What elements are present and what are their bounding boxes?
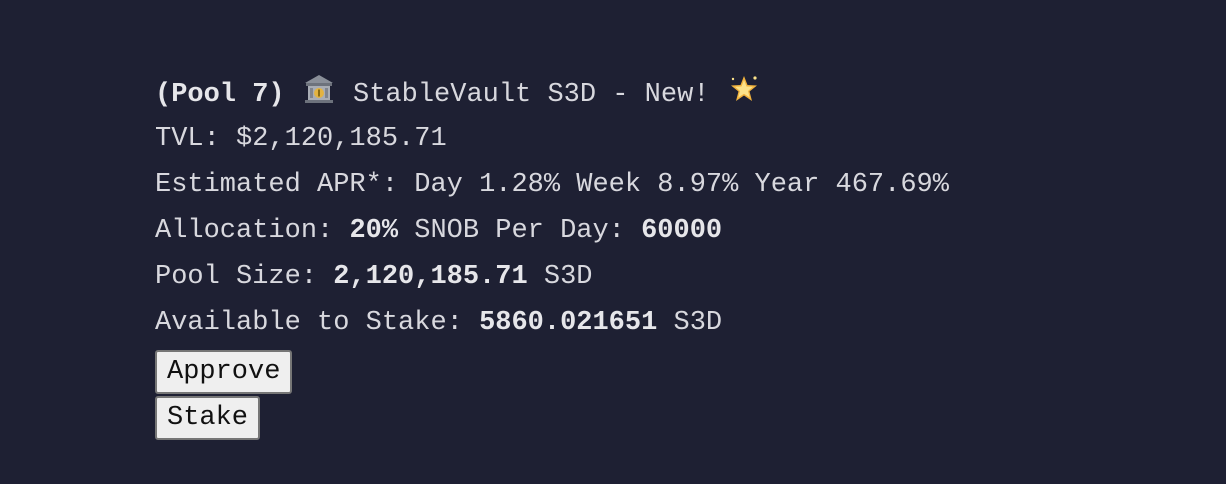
apr-week-value: 8.97% [657,170,739,200]
approve-row: Approve [155,349,1175,395]
available-value: 5860.021651 [479,308,658,338]
apr-day-value: 1.28% [479,170,561,200]
snob-per-day-value: 60000 [641,216,723,246]
apr-year-value: 467.69% [835,170,949,200]
tvl-value: $2,120,185.71 [236,124,447,154]
apr-row: Estimated APR*: Day 1.28% Week 8.97% Yea… [155,165,1175,211]
tvl-label: TVL: [155,124,220,154]
pool-size-label: Pool Size: [155,262,318,292]
bank-icon [303,73,335,105]
pool-size-value: 2,120,185.71 [333,262,528,292]
pool-card: (Pool 7) StableVault S3D - New! TVL: $2,… [155,73,1175,441]
stake-row: Stake [155,395,1175,441]
available-label: Available to Stake: [155,308,463,338]
pool-number: (Pool 7) [155,80,285,110]
apr-label: Estimated APR*: [155,170,399,200]
pool-size-row: Pool Size: 2,120,185.71 S3D [155,257,1175,303]
allocation-label: Allocation: [155,216,334,246]
approve-button[interactable]: Approve [155,350,293,394]
stake-button[interactable]: Stake [155,396,261,440]
available-unit: S3D [673,308,723,338]
allocation-value: 20% [349,216,399,246]
apr-year-label: Year [754,170,820,200]
pool-title-row: (Pool 7) StableVault S3D - New! [155,73,1175,119]
apr-week-label: Week [576,170,642,200]
tvl-row: TVL: $2,120,185.71 [155,119,1175,165]
pool-size-unit: S3D [543,262,593,292]
pool-title: StableVault S3D - New! [353,80,710,110]
apr-day-label: Day [414,170,463,200]
allocation-row: Allocation: 20% SNOB Per Day: 60000 [155,211,1175,257]
available-row: Available to Stake: 5860.021651 S3D [155,303,1175,349]
snob-per-day-label: SNOB Per Day: [414,216,625,246]
glowing-star-icon [728,73,760,105]
